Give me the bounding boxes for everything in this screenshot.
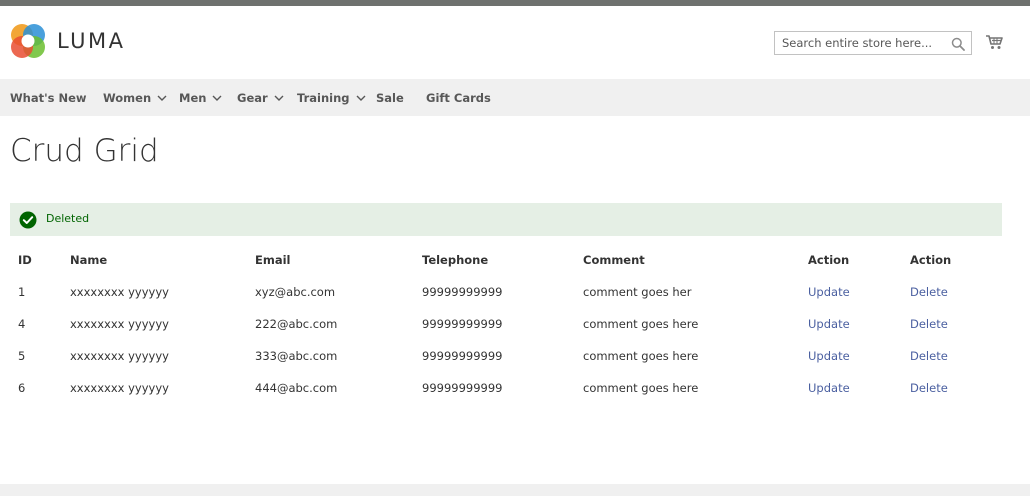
page-title: Crud Grid: [10, 133, 159, 169]
column-header-email: Email: [255, 253, 291, 267]
search-icon[interactable]: [951, 36, 965, 51]
delete-link[interactable]: Delete: [910, 349, 948, 363]
nav-item-men[interactable]: Men: [179, 79, 222, 116]
chevron-down-icon: [212, 95, 222, 101]
cell-telephone: 99999999999: [422, 381, 503, 395]
cell-id: 5: [18, 349, 26, 363]
update-link[interactable]: Update: [808, 349, 850, 363]
column-header-name: Name: [70, 253, 108, 267]
success-message: Deleted: [10, 203, 1002, 236]
delete-link[interactable]: Delete: [910, 317, 948, 331]
delete-link[interactable]: Delete: [910, 285, 948, 299]
nav-item-label: Women: [103, 90, 152, 105]
nav-item-label: Gift Cards: [426, 90, 491, 105]
nav-item-label: Training: [297, 90, 350, 105]
cell-comment: comment goes her: [583, 285, 692, 299]
column-header-id: ID: [18, 253, 32, 267]
cell-email: xyz@abc.com: [255, 285, 336, 299]
logo-text: LUMA: [57, 29, 126, 53]
nav-item-label: Gear: [237, 90, 268, 105]
cell-name: xxxxxxxx yyyyyy: [70, 317, 169, 331]
success-message-text: Deleted: [46, 212, 90, 225]
cell-name: xxxxxxxx yyyyyy: [70, 285, 169, 299]
update-link[interactable]: Update: [808, 381, 850, 395]
cell-id: 4: [18, 317, 26, 331]
chevron-down-icon: [157, 95, 167, 101]
cell-email: 444@abc.com: [255, 381, 338, 395]
column-header-telephone: Telephone: [422, 253, 489, 267]
nav-item-label: Men: [179, 90, 207, 105]
nav-item-women[interactable]: Women: [103, 79, 167, 116]
cell-comment: comment goes here: [583, 349, 699, 363]
cart-icon[interactable]: [985, 33, 1003, 51]
search-box: [774, 31, 972, 55]
luma-logo-icon: [10, 23, 46, 59]
cell-telephone: 99999999999: [422, 285, 503, 299]
check-circle-icon: [19, 211, 37, 229]
column-header-action-delete: Action: [910, 253, 952, 267]
cell-name: xxxxxxxx yyyyyy: [70, 381, 169, 395]
site-header: LUMA: [0, 6, 1030, 79]
delete-link[interactable]: Delete: [910, 381, 948, 395]
cell-comment: comment goes here: [583, 317, 699, 331]
column-header-comment: Comment: [583, 253, 645, 267]
cell-telephone: 99999999999: [422, 349, 503, 363]
cell-name: xxxxxxxx yyyyyy: [70, 349, 169, 363]
cell-comment: comment goes here: [583, 381, 699, 395]
nav-item-label: Sale: [376, 90, 404, 105]
cell-telephone: 99999999999: [422, 317, 503, 331]
cell-email: 222@abc.com: [255, 317, 338, 331]
main-navigation: What's New Women Men Gear Training Sale …: [0, 79, 1030, 116]
update-link[interactable]: Update: [808, 285, 850, 299]
nav-item-gear[interactable]: Gear: [237, 79, 284, 116]
nav-item-sale[interactable]: Sale: [376, 79, 404, 116]
cell-email: 333@abc.com: [255, 349, 338, 363]
nav-item-label: What's New: [10, 90, 87, 105]
chevron-down-icon: [356, 95, 366, 101]
cell-id: 6: [18, 381, 26, 395]
footer-strip: [0, 484, 1030, 496]
logo-link[interactable]: LUMA: [10, 23, 126, 59]
search-input[interactable]: [782, 34, 942, 52]
chevron-down-icon: [274, 95, 284, 101]
column-header-action-update: Action: [808, 253, 850, 267]
nav-item-gift-cards[interactable]: Gift Cards: [426, 79, 491, 116]
cell-id: 1: [18, 285, 26, 299]
nav-item-whats-new[interactable]: What's New: [10, 79, 87, 116]
update-link[interactable]: Update: [808, 317, 850, 331]
nav-item-training[interactable]: Training: [297, 79, 366, 116]
